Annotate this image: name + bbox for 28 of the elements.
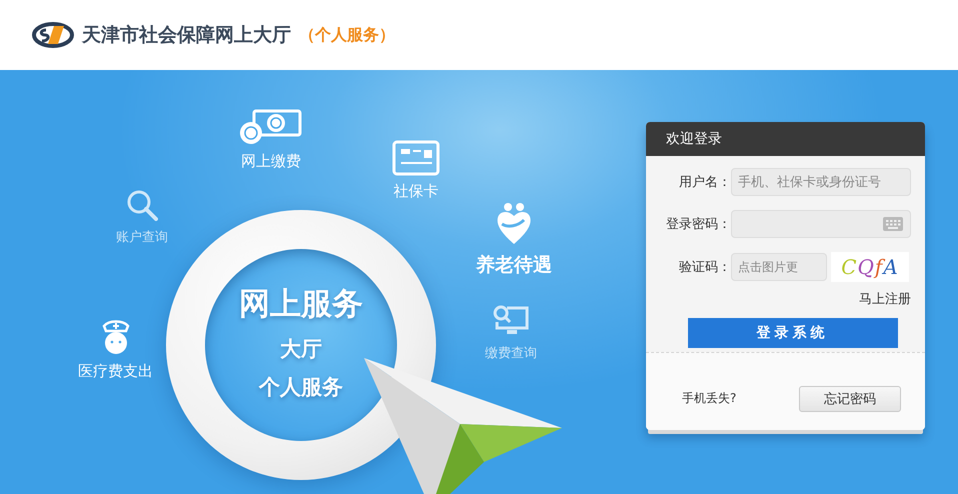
site-title: 天津市社会保障网上大厅 xyxy=(82,23,291,48)
captcha-image[interactable]: CQfA xyxy=(831,252,909,282)
login-button[interactable]: 登录系统 xyxy=(688,318,898,348)
forgot-password-button[interactable]: 忘记密码 xyxy=(799,386,901,412)
card-icon xyxy=(392,140,440,176)
hero-text: 大厅 xyxy=(280,336,322,363)
logo-icon xyxy=(32,22,74,48)
username-field[interactable]: 手机、社保卡或身份证号 xyxy=(731,168,911,196)
money-icon xyxy=(238,108,304,146)
hero-text: 网上服务 xyxy=(239,285,363,324)
site-subtitle: （个人服务） xyxy=(299,24,395,46)
service-label[interactable]: 网上缴费 xyxy=(241,152,301,171)
field-label: 验证码： xyxy=(678,259,731,276)
hero-text: 个人服务 xyxy=(259,374,343,401)
service-label[interactable]: 医疗费支出 xyxy=(78,362,153,381)
captcha-field[interactable]: 点击图片更 xyxy=(731,253,827,281)
field-label: 登录密码： xyxy=(665,216,731,233)
field-label: 用户名： xyxy=(678,174,731,191)
login-title: 欢迎登录 xyxy=(646,122,925,156)
search-icon xyxy=(125,188,159,222)
service-label[interactable]: 缴费查询 xyxy=(485,344,537,362)
service-label[interactable]: 养老待遇 xyxy=(476,252,552,278)
register-link[interactable]: 马上注册 xyxy=(859,290,911,308)
password-field[interactable] xyxy=(731,210,911,238)
service-label[interactable]: 账户查询 xyxy=(116,228,168,246)
lost-phone-link[interactable]: 手机丢失? xyxy=(682,390,736,407)
service-label[interactable]: 社保卡 xyxy=(394,182,438,201)
keyboard-icon[interactable] xyxy=(883,217,903,231)
